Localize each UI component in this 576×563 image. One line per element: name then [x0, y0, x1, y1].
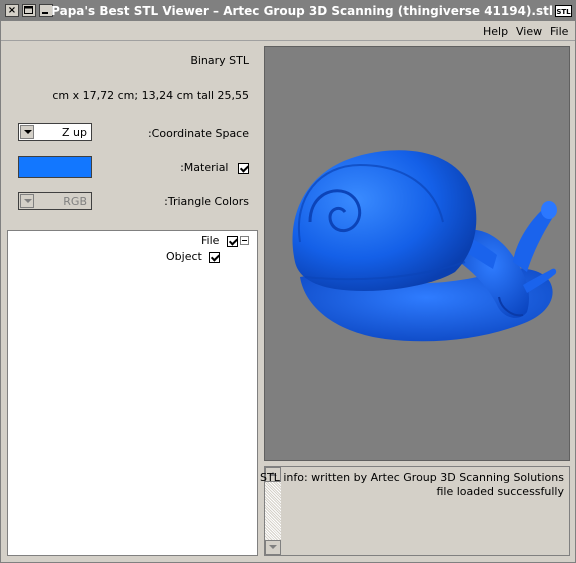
coordinate-space-value: Z up [62, 126, 87, 139]
close-icon[interactable]: × [5, 4, 19, 17]
snail-model [292, 150, 557, 342]
info-line-2: file loaded successfully [436, 485, 565, 498]
menu-bar: Help View File [1, 22, 575, 41]
material-row: :Material [180, 161, 249, 174]
coordinate-space-dropdown[interactable]: Z up [18, 123, 92, 141]
tree-item-checkbox[interactable] [226, 235, 238, 247]
3d-viewport[interactable] [264, 46, 570, 461]
material-label: :Material [180, 161, 229, 174]
collapse-icon[interactable] [240, 236, 249, 245]
tree-item-file[interactable]: File [201, 234, 238, 247]
dimensions-label: cm x 17,72 cm; 13,24 cm tall 25,55 [52, 89, 249, 102]
menu-help[interactable]: Help [483, 25, 508, 38]
tree-item-label: File [201, 234, 220, 247]
triangle-colors-value: RGB [63, 195, 87, 208]
app-window: × Papa's Best STL Viewer – Artec Group 3… [0, 0, 576, 563]
tree-item-object[interactable]: Object [166, 250, 221, 263]
format-label: Binary STL [190, 54, 249, 67]
material-color-swatch[interactable] [18, 156, 92, 178]
properties-panel: Binary STL cm x 17,72 cm; 13,24 cm tall … [6, 46, 259, 228]
coordinate-space-label: :Coordinate Space [147, 127, 249, 140]
title-bar[interactable]: × Papa's Best STL Viewer – Artec Group 3… [1, 1, 575, 21]
tree-item-checkbox[interactable] [209, 251, 221, 263]
menu-file[interactable]: File [550, 25, 568, 38]
object-tree[interactable]: File Object [7, 230, 258, 556]
material-checkbox[interactable] [238, 162, 249, 174]
scroll-down-icon[interactable] [265, 540, 281, 555]
maximize-icon[interactable] [22, 4, 36, 17]
info-panel: STL info: written by Artec Group 3D Scan… [260, 466, 570, 556]
chevron-down-icon[interactable] [20, 125, 34, 139]
tree-item-label: Object [166, 250, 202, 263]
triangle-colors-dropdown[interactable]: RGB [18, 192, 92, 210]
info-line-1: STL info: written by Artec Group 3D Scan… [260, 471, 564, 484]
menu-view[interactable]: View [516, 25, 542, 38]
window-title: Papa's Best STL Viewer – Artec Group 3D … [51, 4, 553, 18]
triangle-colors-label: :Triangle Colors [164, 195, 249, 208]
chevron-down-icon[interactable] [20, 194, 34, 208]
stl-app-icon: STL [555, 5, 572, 17]
